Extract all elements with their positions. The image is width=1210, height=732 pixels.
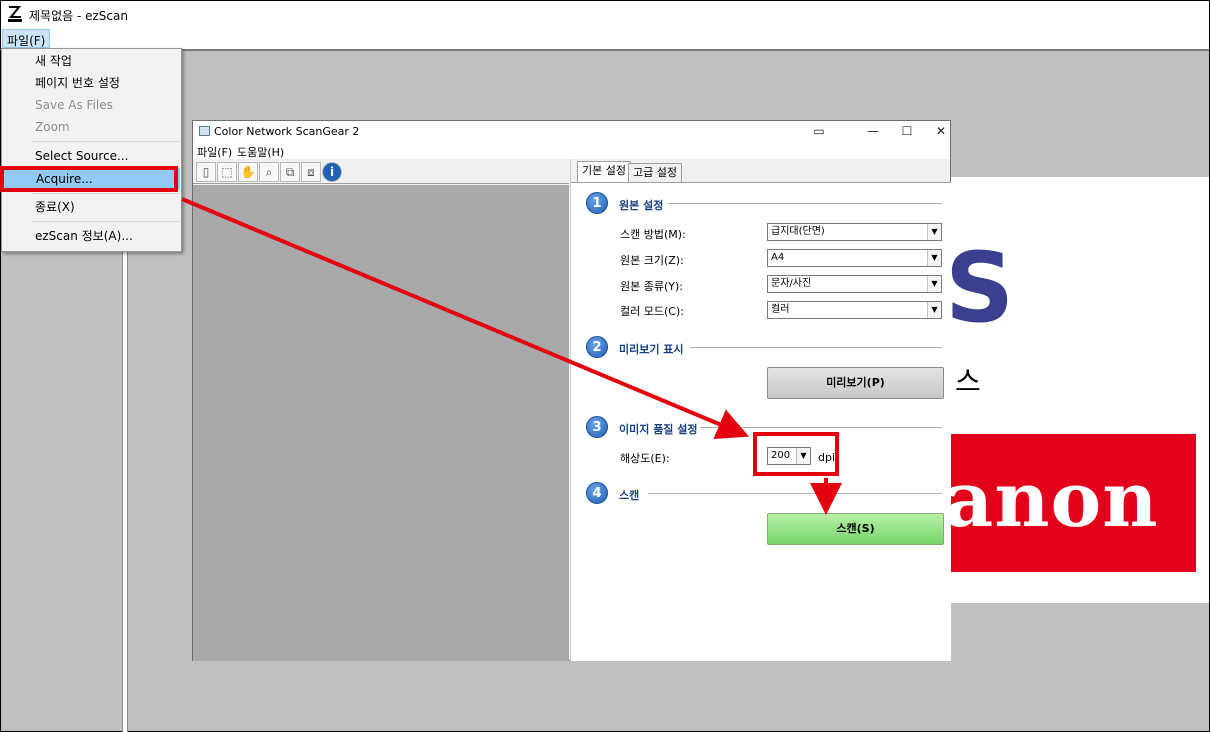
- maximize-icon[interactable]: ☐: [890, 121, 924, 141]
- app-title-bar: 제목없음 - ezScan: [0, 0, 1210, 28]
- dialog-toolbar: ▯ ⬚ ✋ ⌕ ⧉ ⧈ i: [193, 160, 569, 184]
- hand-icon[interactable]: ✋: [238, 162, 258, 182]
- original-type-value: 문자/사진: [771, 278, 812, 289]
- color-mode-value: 컬러: [771, 304, 790, 315]
- dialog-title-bar: Color Network ScanGear 2 ▭ — ☐ ✕: [193, 121, 950, 141]
- original-size-select[interactable]: A4 ▼: [767, 249, 942, 267]
- menu-file[interactable]: 파일(F): [2, 29, 51, 48]
- menu-item-zoom: Zoom: [35, 120, 70, 134]
- tab-basic-settings[interactable]: 기본 설정: [577, 161, 631, 182]
- menu-separator: [32, 193, 180, 194]
- section-scan-title: 스캔: [619, 489, 640, 502]
- select-area-icon[interactable]: ⬚: [217, 162, 237, 182]
- pin-icon[interactable]: ▭: [802, 121, 836, 141]
- original-type-select[interactable]: 문자/사진 ▼: [767, 275, 942, 293]
- menu-item-about[interactable]: ezScan 정보(A)...: [4, 225, 180, 247]
- rotate-icon[interactable]: ⧈: [301, 162, 321, 182]
- file-menu-dropdown: 새 작업 페이지 번호 설정 Save As Files Zoom Select…: [1, 48, 182, 252]
- preview-button[interactable]: 미리보기(P): [767, 367, 944, 399]
- chevron-down-icon: ▼: [927, 224, 941, 240]
- resolution-label: 해상도(E):: [620, 452, 670, 465]
- original-type-label: 원본 종류(Y):: [620, 280, 683, 293]
- tab-advanced-settings[interactable]: 고급 설정: [628, 163, 682, 182]
- menu-item-new-job[interactable]: 새 작업: [4, 50, 180, 72]
- zoom-icon[interactable]: ⌕: [259, 162, 279, 182]
- annotation-box-resolution: [753, 432, 839, 476]
- section-original-settings-title: 원본 설정: [619, 199, 664, 212]
- section-divider: [690, 347, 942, 348]
- minimize-icon[interactable]: —: [856, 121, 890, 141]
- menu-separator: [32, 141, 180, 142]
- app-menu-bar: 파일(F): [0, 28, 1210, 49]
- annotation-box-acquire: [0, 166, 178, 192]
- scan-method-select[interactable]: 급지대(단면) ▼: [767, 223, 942, 241]
- section-image-quality-title: 이미지 품질 설정: [619, 423, 698, 436]
- canon-logo-text: anon: [944, 455, 1159, 544]
- scangear-app-icon: [199, 126, 210, 136]
- scan-button[interactable]: 스캔(S): [767, 513, 944, 545]
- section-divider: [648, 493, 942, 494]
- scan-method-label: 스캔 방법(M):: [620, 228, 686, 241]
- color-mode-label: 컬러 모드(C):: [620, 305, 684, 318]
- page-korean-text: 스: [955, 365, 981, 398]
- dialog-menu-file[interactable]: 파일(F): [197, 144, 232, 160]
- crop-icon[interactable]: ⧉: [280, 162, 300, 182]
- menu-separator: [32, 221, 180, 222]
- ezscan-app-icon: [7, 5, 23, 23]
- section-divider: [668, 203, 942, 204]
- dialog-menu-help[interactable]: 도움말(H): [237, 144, 284, 160]
- section-preview-title: 미리보기 표시: [619, 343, 684, 356]
- menu-item-save-as-files: Save As Files: [35, 98, 113, 112]
- section-3-badge: 3: [586, 416, 608, 438]
- dialog-menu-bar: 파일(F) 도움말(H): [193, 141, 950, 159]
- chevron-down-icon: ▼: [927, 302, 941, 318]
- menu-item-select-source[interactable]: Select Source...: [4, 145, 180, 167]
- dialog-title: Color Network ScanGear 2: [214, 125, 360, 138]
- chevron-down-icon: ▼: [927, 276, 941, 292]
- section-divider: [700, 427, 942, 428]
- original-size-value: A4: [771, 252, 785, 263]
- scan-method-value: 급지대(단면): [771, 226, 825, 237]
- section-4-badge: 4: [586, 482, 608, 504]
- preview-area[interactable]: [193, 185, 569, 661]
- menu-item-page-number[interactable]: 페이지 번호 설정: [4, 72, 180, 94]
- original-size-label: 원본 크기(Z):: [620, 254, 684, 267]
- color-mode-select[interactable]: 컬러 ▼: [767, 301, 942, 319]
- menu-item-exit[interactable]: 종료(X): [4, 196, 180, 218]
- info-icon[interactable]: i: [322, 162, 342, 182]
- section-2-badge: 2: [586, 336, 608, 358]
- close-icon[interactable]: ✕: [924, 121, 958, 141]
- app-title: 제목없음 - ezScan: [29, 9, 128, 23]
- chevron-down-icon: ▼: [927, 250, 941, 266]
- new-page-icon[interactable]: ▯: [196, 162, 216, 182]
- page-logo-letter: S: [945, 232, 1015, 344]
- section-1-badge: 1: [586, 192, 608, 214]
